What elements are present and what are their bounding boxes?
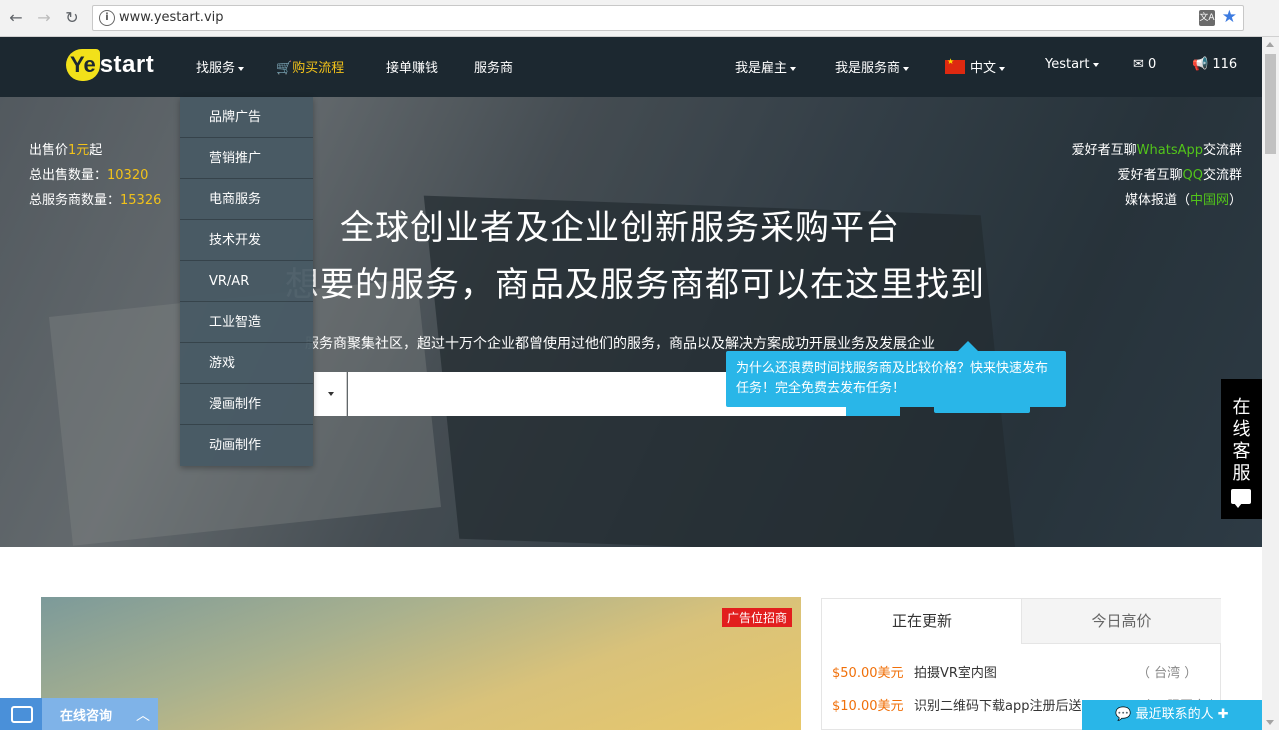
hero-title-2: 想要的服务，商品及服务商都可以在这里找到 [285, 265, 985, 305]
comment-icon: 💬 [1115, 707, 1132, 722]
translate-icon[interactable]: 文A [1199, 10, 1215, 26]
dropdown-item-ecommerce[interactable]: 电商服务 [180, 179, 313, 220]
nav-notifications[interactable]: 📢 116 [1192, 57, 1237, 72]
browser-toolbar: ← → ↻ i www.yestart.vip 文A ★ [0, 0, 1279, 37]
dropdown-item-vr-ar[interactable]: VR/AR [180, 261, 313, 302]
nav-employer[interactable]: 我是雇主 [735, 57, 797, 76]
tab-updating[interactable]: 正在更新 [822, 599, 1022, 644]
nav-take-orders[interactable]: 接单赚钱 [386, 57, 438, 76]
chevron-up-icon[interactable]: ︿ [136, 705, 150, 725]
chat-icon [0, 698, 42, 730]
task-title[interactable]: 识别二维码下载app注册后送... [914, 695, 1110, 714]
caret-down-icon [328, 392, 334, 396]
consult-label: 在线咨询 [60, 709, 113, 724]
scroll-down-icon[interactable] [1266, 720, 1274, 725]
online-consult-widget[interactable]: 在线咨询 ︿ [0, 698, 158, 730]
dropdown-item-brand-ads[interactable]: 品牌广告 [180, 97, 313, 138]
nav-find-service[interactable]: 找服务 [196, 57, 245, 76]
logo-start: start [99, 51, 155, 78]
nav-language[interactable]: 中文 [945, 57, 1006, 76]
recent-contacts-button[interactable]: 💬 最近联系的人 ✚ [1082, 700, 1262, 730]
dropdown-item-games[interactable]: 游戏 [180, 343, 313, 384]
task-location: （ 台湾 ） [1137, 666, 1198, 681]
ad-slot-badge[interactable]: 广告位招商 [722, 608, 793, 627]
caret-down-icon [999, 66, 1006, 71]
address-bar[interactable]: i www.yestart.vip 文A ★ [92, 5, 1244, 31]
dropdown-item-marketing[interactable]: 营销推广 [180, 138, 313, 179]
post-task-tooltip: 为什么还浪费时间找服务商及比较价格？快来快速发布任务！完全免费去发布任务！ [726, 341, 1066, 407]
cart-icon: 🛒 [276, 61, 293, 76]
find-service-dropdown: 品牌广告 营销推广 电商服务 技术开发 VR/AR 工业智造 游戏 漫画制作 动… [180, 97, 313, 466]
dropdown-item-comics[interactable]: 漫画制作 [180, 384, 313, 425]
china-flag-icon [945, 57, 965, 74]
envelope-icon: ✉ [1133, 57, 1144, 72]
hero-subtitle: 服务商聚集社区，超过十万个企业都曾使用过他们的服务，商品以及解决方案成功开展业务… [305, 336, 935, 352]
forward-icon[interactable]: → [34, 8, 54, 28]
caret-down-icon [790, 66, 797, 71]
chat-bubble-icon [1231, 489, 1251, 508]
caret-down-icon [238, 66, 245, 71]
dropdown-item-tech-dev[interactable]: 技术开发 [180, 220, 313, 261]
info-icon[interactable]: i [99, 10, 115, 26]
scrollbar-thumb[interactable] [1265, 54, 1276, 154]
task-price: $10.00美元 [832, 699, 904, 714]
task-title[interactable]: 拍摄VR室内图 [914, 662, 997, 681]
nav-buy-flow[interactable]: 🛒购买流程 [276, 57, 344, 76]
bookmark-star-icon[interactable]: ★ [1222, 7, 1237, 27]
dropdown-item-animation[interactable]: 动画制作 [180, 425, 313, 466]
url-text[interactable]: www.yestart.vip [119, 10, 224, 25]
logo-ye: Ye [66, 49, 100, 81]
stat-price: 出售价1元起 [29, 143, 103, 158]
list-item[interactable]: $50.00美元 拍摄VR室内图 （ 台湾 ） [832, 662, 1197, 681]
dropdown-item-industrial[interactable]: 工业智造 [180, 302, 313, 343]
whatsapp-group-link[interactable]: 爱好者互聊WhatsApp交流群 [1072, 139, 1242, 158]
hero-title: 全球创业者及企业创新服务采购平台 [340, 208, 900, 248]
live-support-tab[interactable]: 在线客服 [1221, 379, 1262, 519]
reload-icon[interactable]: ↻ [62, 8, 82, 28]
nav-mail[interactable]: ✉ 0 [1133, 57, 1156, 72]
qq-group-link[interactable]: 爱好者互聊QQ交流群 [1118, 164, 1243, 183]
nav-provider-me[interactable]: 我是服务商 [835, 57, 910, 76]
nav-account[interactable]: Yestart [1045, 57, 1099, 72]
page-scrollbar[interactable] [1262, 37, 1279, 730]
tab-today-high[interactable]: 今日高价 [1021, 599, 1221, 644]
category-select[interactable] [314, 372, 347, 416]
logo[interactable]: Ye start [66, 49, 154, 81]
stat-providers: 总服务商数量：15326 [29, 193, 162, 208]
nav-providers[interactable]: 服务商 [474, 57, 513, 76]
stat-sold: 总出售数量：10320 [29, 168, 149, 183]
back-icon[interactable]: ← [6, 8, 26, 28]
megaphone-icon: 📢 [1192, 57, 1209, 72]
site-header: Yestart 找服务 🛒购买流程 接单赚钱 服务商 我是雇主 我是服务商 中文… [0, 37, 1262, 97]
caret-down-icon [903, 66, 910, 71]
task-price: $50.00美元 [832, 666, 904, 681]
media-report-link[interactable]: 媒体报道（中国网） [1125, 189, 1242, 208]
live-support-label: 在线客服 [1232, 397, 1251, 484]
scroll-up-icon[interactable] [1266, 42, 1274, 47]
caret-down-icon [1092, 62, 1099, 67]
